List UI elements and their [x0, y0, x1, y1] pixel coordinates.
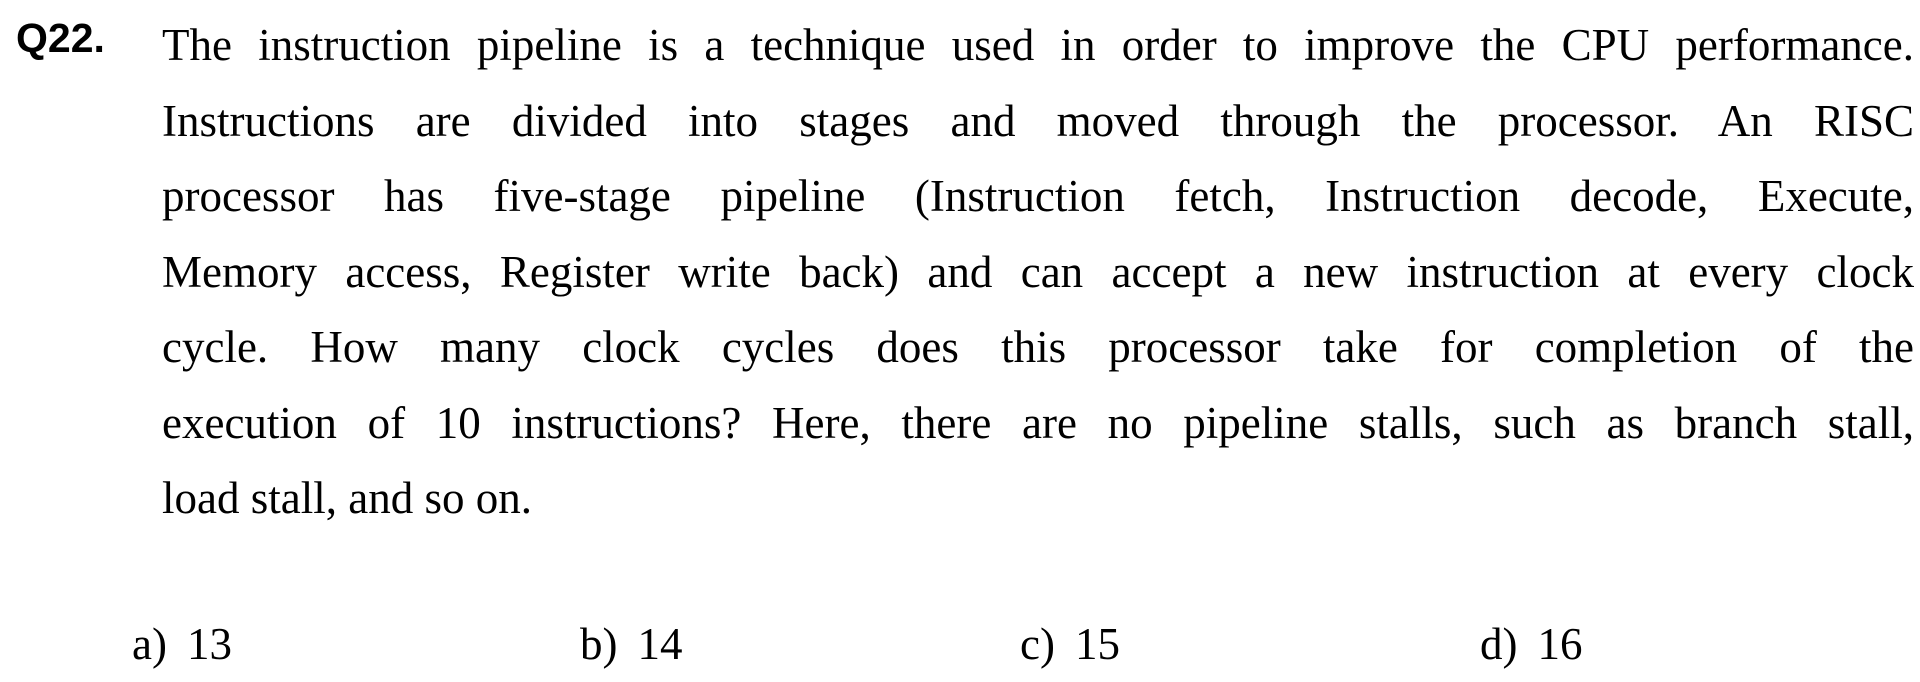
option-c[interactable]: c) 15	[1020, 612, 1120, 676]
option-d[interactable]: d) 16	[1480, 612, 1583, 676]
option-letter: d)	[1480, 619, 1518, 669]
option-value: 16	[1537, 619, 1583, 669]
option-b[interactable]: b) 14	[580, 612, 683, 676]
question-line: load stall, and so on.	[162, 473, 532, 523]
option-a[interactable]: a) 13	[132, 612, 232, 676]
question-text: The instruction pipeline is a technique …	[162, 8, 1914, 537]
question-number: Q22.	[16, 15, 105, 61]
question-line: cycle. How many clock cycles does this p…	[162, 322, 1914, 372]
option-letter: b)	[580, 619, 618, 669]
question-line: Memory access, Register write back) and …	[162, 246, 1914, 297]
question-line: The instruction pipeline is a technique …	[162, 20, 1914, 70]
option-letter: a)	[132, 619, 167, 669]
question-line: execution of 10 instructions? Here, ther…	[162, 397, 1914, 448]
option-value: 15	[1074, 619, 1120, 669]
option-letter: c)	[1020, 619, 1055, 669]
option-value: 13	[186, 619, 232, 669]
answer-options: a) 13 b) 14 c) 15 d) 16	[0, 612, 1920, 676]
question-line: Instructions are divided into stages and…	[162, 95, 1914, 146]
question-line: processor has five-stage pipeline (Instr…	[162, 171, 1914, 221]
option-value: 14	[637, 619, 683, 669]
